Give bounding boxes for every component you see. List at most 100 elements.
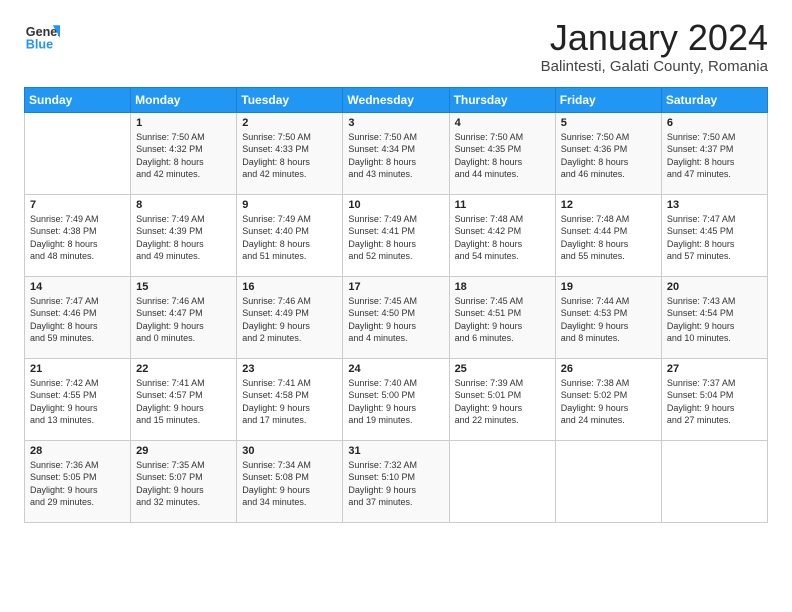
day-cell <box>25 112 131 194</box>
week-row-4: 21 Sunrise: 7:42 AM Sunset: 4:55 PM Dayli… <box>25 358 768 440</box>
svg-text:Blue: Blue <box>26 38 53 52</box>
day-cell: 17 Sunrise: 7:45 AM Sunset: 4:50 PM Dayli… <box>343 276 449 358</box>
day-cell: 16 Sunrise: 7:46 AM Sunset: 4:49 PM Dayli… <box>237 276 343 358</box>
day-cell: 4 Sunrise: 7:50 AM Sunset: 4:35 PM Daylig… <box>449 112 555 194</box>
day-cell: 26Sunrise: 7:38 AM Sunset: 5:02 PM Dayli… <box>555 358 661 440</box>
day-info: Sunrise: 7:37 AM Sunset: 5:04 PM Dayligh… <box>667 377 762 427</box>
day-number: 9 <box>242 199 337 211</box>
day-info: Sunrise: 7:49 AM Sunset: 4:39 PM Dayligh… <box>136 213 231 263</box>
day-cell: 10 Sunrise: 7:49 AM Sunset: 4:41 PM Dayli… <box>343 194 449 276</box>
day-cell: 23 Sunrise: 7:41 AM Sunset: 4:58 PM Dayli… <box>237 358 343 440</box>
day-number: 10 <box>348 199 443 211</box>
day-cell: 19Sunrise: 7:44 AM Sunset: 4:53 PM Dayli… <box>555 276 661 358</box>
day-info: Sunrise: 7:49 AM Sunset: 4:38 PM Dayligh… <box>30 213 125 263</box>
day-number: 16 <box>242 281 337 293</box>
day-number: 7 <box>30 199 125 211</box>
day-cell: 22 Sunrise: 7:41 AM Sunset: 4:57 PM Dayli… <box>131 358 237 440</box>
day-cell: 12 Sunrise: 7:48 AM Sunset: 4:44 PM Dayli… <box>555 194 661 276</box>
day-info: Sunrise: 7:45 AM Sunset: 4:50 PM Dayligh… <box>348 295 443 345</box>
day-info: Sunrise: 7:42 AM Sunset: 4:55 PM Dayligh… <box>30 377 125 427</box>
day-number: 24 <box>348 363 443 375</box>
day-info: Sunrise: 7:46 AM Sunset: 4:49 PM Dayligh… <box>242 295 337 345</box>
week-row-2: 7 Sunrise: 7:49 AM Sunset: 4:38 PM Daylig… <box>25 194 768 276</box>
day-cell: 11 Sunrise: 7:48 AM Sunset: 4:42 PM Dayli… <box>449 194 555 276</box>
day-cell: 2Sunrise: 7:50 AM Sunset: 4:33 PM Daylig… <box>237 112 343 194</box>
day-info: Sunrise: 7:41 AM Sunset: 4:58 PM Dayligh… <box>242 377 337 427</box>
day-number: 4 <box>455 117 550 129</box>
day-cell: 29Sunrise: 7:35 AM Sunset: 5:07 PM Dayli… <box>131 440 237 522</box>
day-number: 28 <box>30 445 125 457</box>
title-block: January 2024 Balintesti, Galati County, … <box>541 18 768 75</box>
day-info: Sunrise: 7:32 AM Sunset: 5:10 PM Dayligh… <box>348 459 443 509</box>
day-number: 5 <box>561 117 656 129</box>
col-header-monday: Monday <box>131 87 237 112</box>
day-number: 3 <box>348 117 443 129</box>
day-info: Sunrise: 7:48 AM Sunset: 4:42 PM Dayligh… <box>455 213 550 263</box>
day-number: 27 <box>667 363 762 375</box>
day-info: Sunrise: 7:46 AM Sunset: 4:47 PM Dayligh… <box>136 295 231 345</box>
day-info: Sunrise: 7:50 AM Sunset: 4:34 PM Dayligh… <box>348 131 443 181</box>
day-number: 21 <box>30 363 125 375</box>
header: General Blue January 2024 Balintesti, Ga… <box>24 18 768 75</box>
col-header-saturday: Saturday <box>661 87 767 112</box>
day-number: 6 <box>667 117 762 129</box>
day-info: Sunrise: 7:48 AM Sunset: 4:44 PM Dayligh… <box>561 213 656 263</box>
day-info: Sunrise: 7:39 AM Sunset: 5:01 PM Dayligh… <box>455 377 550 427</box>
day-cell <box>555 440 661 522</box>
main-container: General Blue January 2024 Balintesti, Ga… <box>0 0 792 535</box>
header-row: SundayMondayTuesdayWednesdayThursdayFrid… <box>25 87 768 112</box>
day-number: 15 <box>136 281 231 293</box>
day-number: 11 <box>455 199 550 211</box>
logo: General Blue <box>24 18 60 54</box>
day-cell: 24 Sunrise: 7:40 AM Sunset: 5:00 PM Dayli… <box>343 358 449 440</box>
day-info: Sunrise: 7:50 AM Sunset: 4:37 PM Dayligh… <box>667 131 762 181</box>
day-number: 31 <box>348 445 443 457</box>
day-info: Sunrise: 7:45 AM Sunset: 4:51 PM Dayligh… <box>455 295 550 345</box>
week-row-5: 28 Sunrise: 7:36 AM Sunset: 5:05 PM Dayli… <box>25 440 768 522</box>
day-info: Sunrise: 7:50 AM Sunset: 4:35 PM Dayligh… <box>455 131 550 181</box>
day-cell: 21 Sunrise: 7:42 AM Sunset: 4:55 PM Dayli… <box>25 358 131 440</box>
day-info: Sunrise: 7:50 AM Sunset: 4:32 PM Dayligh… <box>136 131 231 181</box>
day-info: Sunrise: 7:34 AM Sunset: 5:08 PM Dayligh… <box>242 459 337 509</box>
month-title: January 2024 <box>541 18 768 58</box>
day-number: 18 <box>455 281 550 293</box>
day-cell: 8 Sunrise: 7:49 AM Sunset: 4:39 PM Daylig… <box>131 194 237 276</box>
day-number: 8 <box>136 199 231 211</box>
day-cell: 28 Sunrise: 7:36 AM Sunset: 5:05 PM Dayli… <box>25 440 131 522</box>
day-info: Sunrise: 7:40 AM Sunset: 5:00 PM Dayligh… <box>348 377 443 427</box>
col-header-wednesday: Wednesday <box>343 87 449 112</box>
day-number: 17 <box>348 281 443 293</box>
day-cell: 30 Sunrise: 7:34 AM Sunset: 5:08 PM Dayli… <box>237 440 343 522</box>
day-info: Sunrise: 7:49 AM Sunset: 4:41 PM Dayligh… <box>348 213 443 263</box>
col-header-sunday: Sunday <box>25 87 131 112</box>
day-info: Sunrise: 7:36 AM Sunset: 5:05 PM Dayligh… <box>30 459 125 509</box>
day-cell: 1 Sunrise: 7:50 AM Sunset: 4:32 PM Daylig… <box>131 112 237 194</box>
day-number: 2 <box>242 117 337 129</box>
day-number: 13 <box>667 199 762 211</box>
day-cell: 25Sunrise: 7:39 AM Sunset: 5:01 PM Dayli… <box>449 358 555 440</box>
day-info: Sunrise: 7:38 AM Sunset: 5:02 PM Dayligh… <box>561 377 656 427</box>
day-cell: 5 Sunrise: 7:50 AM Sunset: 4:36 PM Daylig… <box>555 112 661 194</box>
day-number: 14 <box>30 281 125 293</box>
day-cell: 15 Sunrise: 7:46 AM Sunset: 4:47 PM Dayli… <box>131 276 237 358</box>
day-number: 1 <box>136 117 231 129</box>
day-cell <box>449 440 555 522</box>
week-row-3: 14Sunrise: 7:47 AM Sunset: 4:46 PM Dayli… <box>25 276 768 358</box>
day-info: Sunrise: 7:50 AM Sunset: 4:36 PM Dayligh… <box>561 131 656 181</box>
subtitle: Balintesti, Galati County, Romania <box>541 58 768 75</box>
day-cell: 18 Sunrise: 7:45 AM Sunset: 4:51 PM Dayli… <box>449 276 555 358</box>
day-number: 29 <box>136 445 231 457</box>
day-number: 12 <box>561 199 656 211</box>
day-number: 23 <box>242 363 337 375</box>
day-cell: 9Sunrise: 7:49 AM Sunset: 4:40 PM Daylig… <box>237 194 343 276</box>
day-number: 22 <box>136 363 231 375</box>
col-header-friday: Friday <box>555 87 661 112</box>
day-number: 30 <box>242 445 337 457</box>
day-info: Sunrise: 7:47 AM Sunset: 4:45 PM Dayligh… <box>667 213 762 263</box>
day-cell: 27 Sunrise: 7:37 AM Sunset: 5:04 PM Dayli… <box>661 358 767 440</box>
day-cell: 31 Sunrise: 7:32 AM Sunset: 5:10 PM Dayli… <box>343 440 449 522</box>
day-info: Sunrise: 7:43 AM Sunset: 4:54 PM Dayligh… <box>667 295 762 345</box>
day-number: 20 <box>667 281 762 293</box>
day-cell: 20 Sunrise: 7:43 AM Sunset: 4:54 PM Dayli… <box>661 276 767 358</box>
day-info: Sunrise: 7:41 AM Sunset: 4:57 PM Dayligh… <box>136 377 231 427</box>
